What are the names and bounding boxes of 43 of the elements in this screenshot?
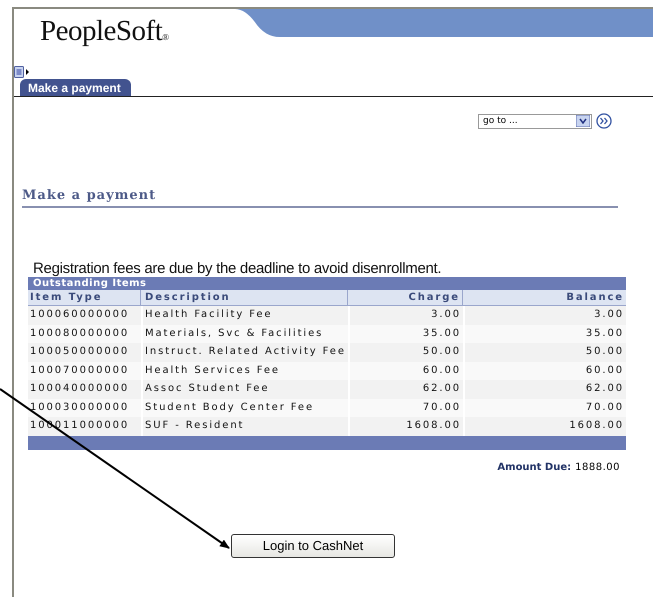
menu-icon[interactable]: [14, 66, 30, 78]
table-cell: 1608.00: [465, 417, 626, 436]
amount-due-value: 1888.00: [575, 462, 620, 472]
table-cell: 100050000000: [28, 343, 141, 362]
table-cell: 50.00: [350, 343, 463, 362]
page-title: Make a payment: [22, 188, 618, 208]
table-cell: Health Services Fee: [143, 362, 348, 380]
table-cell: Assoc Student Fee: [143, 380, 348, 398]
caret-icon[interactable]: [576, 115, 590, 127]
table-cell: Student Body Center Fee: [143, 398, 348, 417]
table-cell: 60.00: [350, 362, 463, 380]
table-cell: 100060000000: [28, 306, 141, 324]
table-cell: 70.00: [350, 398, 463, 417]
table-cell: 100030000000: [28, 398, 141, 417]
table-cell: 70.00: [465, 398, 626, 417]
table-cell: Health Facility Fee: [143, 306, 348, 324]
table-cell: 50.00: [465, 343, 626, 362]
table-cell: 62.00: [350, 380, 463, 398]
table-cell: Instruct. Related Activity Fee: [143, 343, 348, 362]
notice-text: Registration fees are due by the deadline to avoid disenrollment.: [33, 260, 442, 277]
goto-dropdown[interactable]: go to ...: [478, 114, 592, 128]
tab[interactable]: Make a payment: [20, 79, 131, 96]
table-cell: 100040000000: [28, 380, 141, 398]
login-button[interactable]: Login to CashNet: [231, 534, 395, 558]
table-title: Outstanding Items: [28, 277, 626, 290]
amount-due-label: Amount Due:: [497, 462, 572, 472]
table-cell: 3.00: [350, 306, 463, 324]
table-cell: Materials, Svc & Facilities: [143, 324, 348, 343]
table-cell: 3.00: [465, 306, 626, 324]
column-header: Description: [143, 290, 348, 305]
column-header: Balance: [565, 291, 625, 305]
column-header: Charge: [350, 290, 463, 305]
table-cell: 1608.00: [350, 417, 463, 436]
table-cell: 62.00: [465, 380, 626, 398]
go-icon[interactable]: [596, 113, 612, 129]
table-cell: SUF - Resident: [143, 417, 348, 436]
table-cell: 35.00: [465, 324, 626, 343]
table-cell: 35.00: [350, 324, 463, 343]
table-cell: 100070000000: [28, 362, 141, 380]
table-cell: 60.00: [465, 362, 626, 380]
column-header: Item Type: [28, 290, 141, 305]
logo: PeopleSoft®: [40, 15, 170, 48]
table-cell: 100080000000: [28, 324, 141, 343]
